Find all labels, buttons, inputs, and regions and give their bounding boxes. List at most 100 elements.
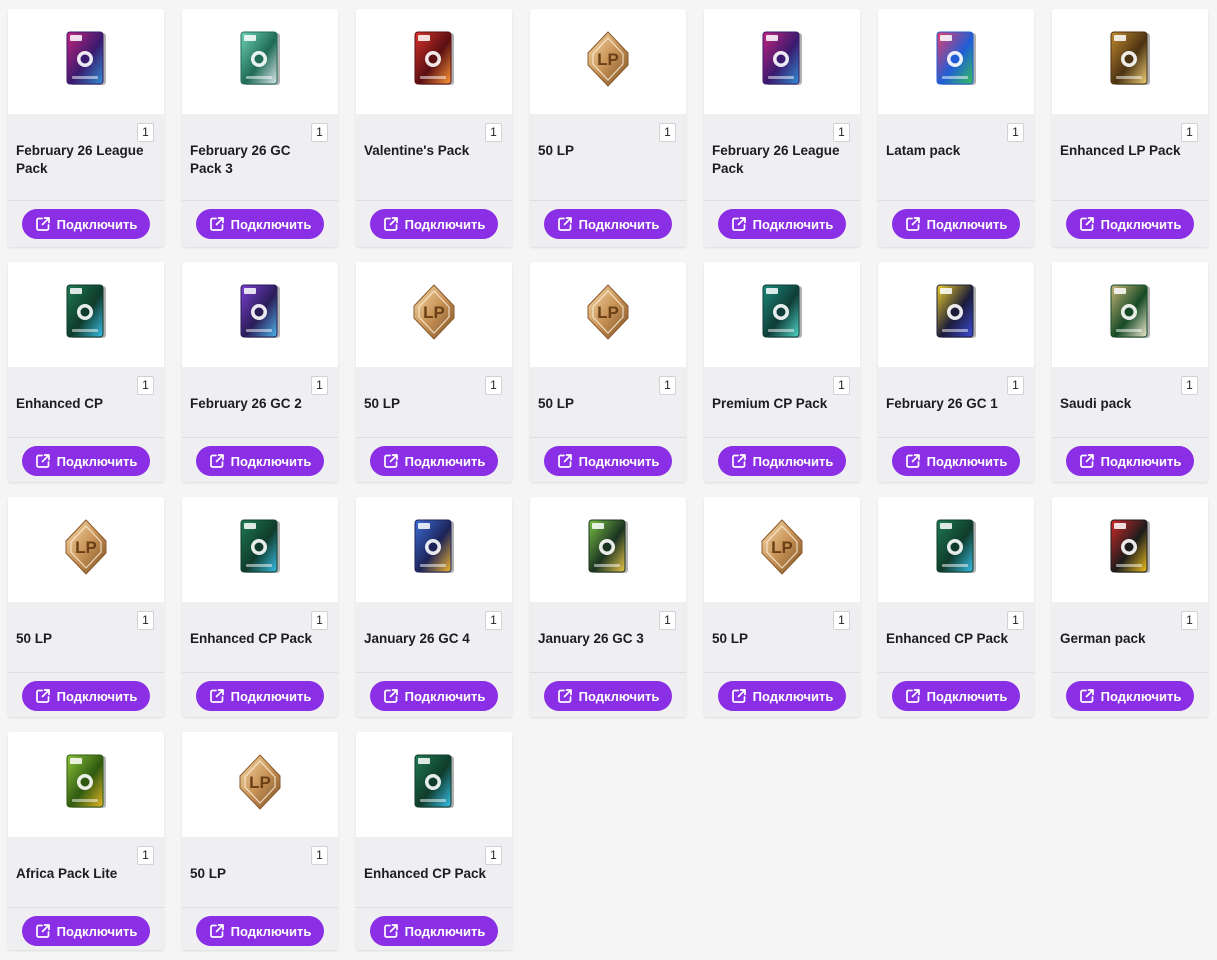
card-footer: Подключить <box>182 437 338 482</box>
quantity-badge: 1 <box>1181 123 1198 142</box>
card-footer: Подключить <box>878 200 1034 247</box>
lp-coin-icon: LP <box>578 282 638 347</box>
pack-violet-2-icon <box>230 282 290 347</box>
connect-button[interactable]: Подключить <box>544 209 672 239</box>
quantity-badge: 1 <box>485 376 502 395</box>
connect-button[interactable]: Подключить <box>892 446 1020 476</box>
connect-button-label: Подключить <box>578 453 660 469</box>
external-link-icon <box>905 453 921 469</box>
svg-text:LP: LP <box>249 773 271 792</box>
quantity-badge: 1 <box>485 123 502 142</box>
pack-image <box>878 497 1034 602</box>
pack-purple-icon <box>56 29 116 94</box>
quantity-badge: 1 <box>137 846 154 865</box>
pack-name: February 26 League Pack <box>16 143 144 176</box>
pack-info: 1 February 26 League Pack <box>8 114 164 200</box>
pack-info: 1 50 LP <box>530 367 686 437</box>
pack-name: Enhanced CP <box>16 396 104 411</box>
pack-image <box>182 262 338 367</box>
pack-card: LP 1 50 LP Подключить <box>182 732 338 950</box>
connect-button-label: Подключить <box>230 923 312 939</box>
pack-info: 1 Premium CP Pack <box>704 367 860 437</box>
connect-button[interactable]: Подключить <box>22 916 150 946</box>
pack-name: Enhanced CP Pack <box>364 866 487 881</box>
connect-button[interactable]: Подключить <box>196 916 324 946</box>
pack-name: 50 LP <box>364 396 401 411</box>
pack-name: Africa Pack Lite <box>16 866 118 881</box>
pack-image <box>1052 497 1208 602</box>
external-link-icon <box>209 216 225 232</box>
external-link-icon <box>905 688 921 704</box>
connect-button-label: Подключить <box>926 216 1008 232</box>
external-link-icon <box>731 688 747 704</box>
connect-button-label: Подключить <box>404 923 486 939</box>
connect-button-label: Подключить <box>1100 453 1182 469</box>
pack-card: 1 Premium CP Pack Подключить <box>704 262 860 482</box>
external-link-icon <box>209 453 225 469</box>
pack-image <box>878 262 1034 367</box>
pack-name: 50 LP <box>538 396 575 411</box>
pack-emerald-icon <box>926 517 986 582</box>
quantity-badge: 1 <box>1181 611 1198 630</box>
pack-gold-icon <box>1100 29 1160 94</box>
pack-card: 1 Enhanced CP Pack Подключить <box>356 732 512 950</box>
connect-button[interactable]: Подключить <box>544 446 672 476</box>
connect-button[interactable]: Подключить <box>1066 446 1194 476</box>
pack-info: 1 February 26 GC Pack 3 <box>182 114 338 200</box>
pack-image: LP <box>704 497 860 602</box>
connect-button-label: Подключить <box>578 688 660 704</box>
connect-button[interactable]: Подключить <box>370 446 498 476</box>
svg-text:LP: LP <box>597 303 619 322</box>
pack-card: 1 German pack Подключить <box>1052 497 1208 717</box>
connect-button[interactable]: Подключить <box>370 916 498 946</box>
pack-name: January 26 GC 4 <box>364 631 470 646</box>
pack-saudi-icon <box>1100 282 1160 347</box>
card-footer: Подключить <box>704 437 860 482</box>
pack-card: 1 Latam pack Подключить <box>878 9 1034 247</box>
lp-coin-icon: LP <box>752 517 812 582</box>
connect-button[interactable]: Подключить <box>370 681 498 711</box>
pack-purple-icon <box>752 29 812 94</box>
connect-button[interactable]: Подключить <box>1066 209 1194 239</box>
connect-button-label: Подключить <box>578 216 660 232</box>
pack-image <box>8 732 164 837</box>
connect-button[interactable]: Подключить <box>22 681 150 711</box>
connect-button[interactable]: Подключить <box>718 681 846 711</box>
svg-text:LP: LP <box>75 538 97 557</box>
lp-coin-icon: LP <box>56 517 116 582</box>
connect-button[interactable]: Подключить <box>718 446 846 476</box>
external-link-icon <box>731 216 747 232</box>
connect-button-label: Подключить <box>230 688 312 704</box>
pack-card: 1 February 26 GC 1 Подключить <box>878 262 1034 482</box>
pack-info: 1 Enhanced CP Pack <box>182 602 338 672</box>
external-link-icon <box>383 688 399 704</box>
connect-button[interactable]: Подключить <box>718 209 846 239</box>
pack-info: 1 50 LP <box>182 837 338 907</box>
card-footer: Подключить <box>8 907 164 950</box>
quantity-badge: 1 <box>659 123 676 142</box>
pack-green-3-icon <box>230 29 290 94</box>
pack-name: Latam pack <box>886 143 961 158</box>
external-link-icon <box>557 453 573 469</box>
connect-button[interactable]: Подключить <box>196 681 324 711</box>
connect-button[interactable]: Подключить <box>22 209 150 239</box>
connect-button[interactable]: Подключить <box>196 446 324 476</box>
pack-info: 1 Africa Pack Lite <box>8 837 164 907</box>
connect-button[interactable]: Подключить <box>544 681 672 711</box>
quantity-badge: 1 <box>1007 611 1024 630</box>
connect-button[interactable]: Подключить <box>196 209 324 239</box>
pack-name: German pack <box>1060 631 1146 646</box>
connect-button[interactable]: Подключить <box>892 681 1020 711</box>
card-footer: Подключить <box>1052 437 1208 482</box>
connect-button[interactable]: Подключить <box>1066 681 1194 711</box>
pack-card: LP 1 50 LP Подключить <box>8 497 164 717</box>
connect-button[interactable]: Подключить <box>22 446 150 476</box>
card-footer: Подключить <box>530 437 686 482</box>
connect-button[interactable]: Подключить <box>892 209 1020 239</box>
pack-image <box>8 262 164 367</box>
connect-button[interactable]: Подключить <box>370 209 498 239</box>
pack-card: LP 1 50 LP Подключить <box>704 497 860 717</box>
lp-coin-icon: LP <box>578 29 638 94</box>
pack-card: 1 January 26 GC 4 Подключить <box>356 497 512 717</box>
pack-card: 1 February 26 League Pack Подключить <box>8 9 164 247</box>
